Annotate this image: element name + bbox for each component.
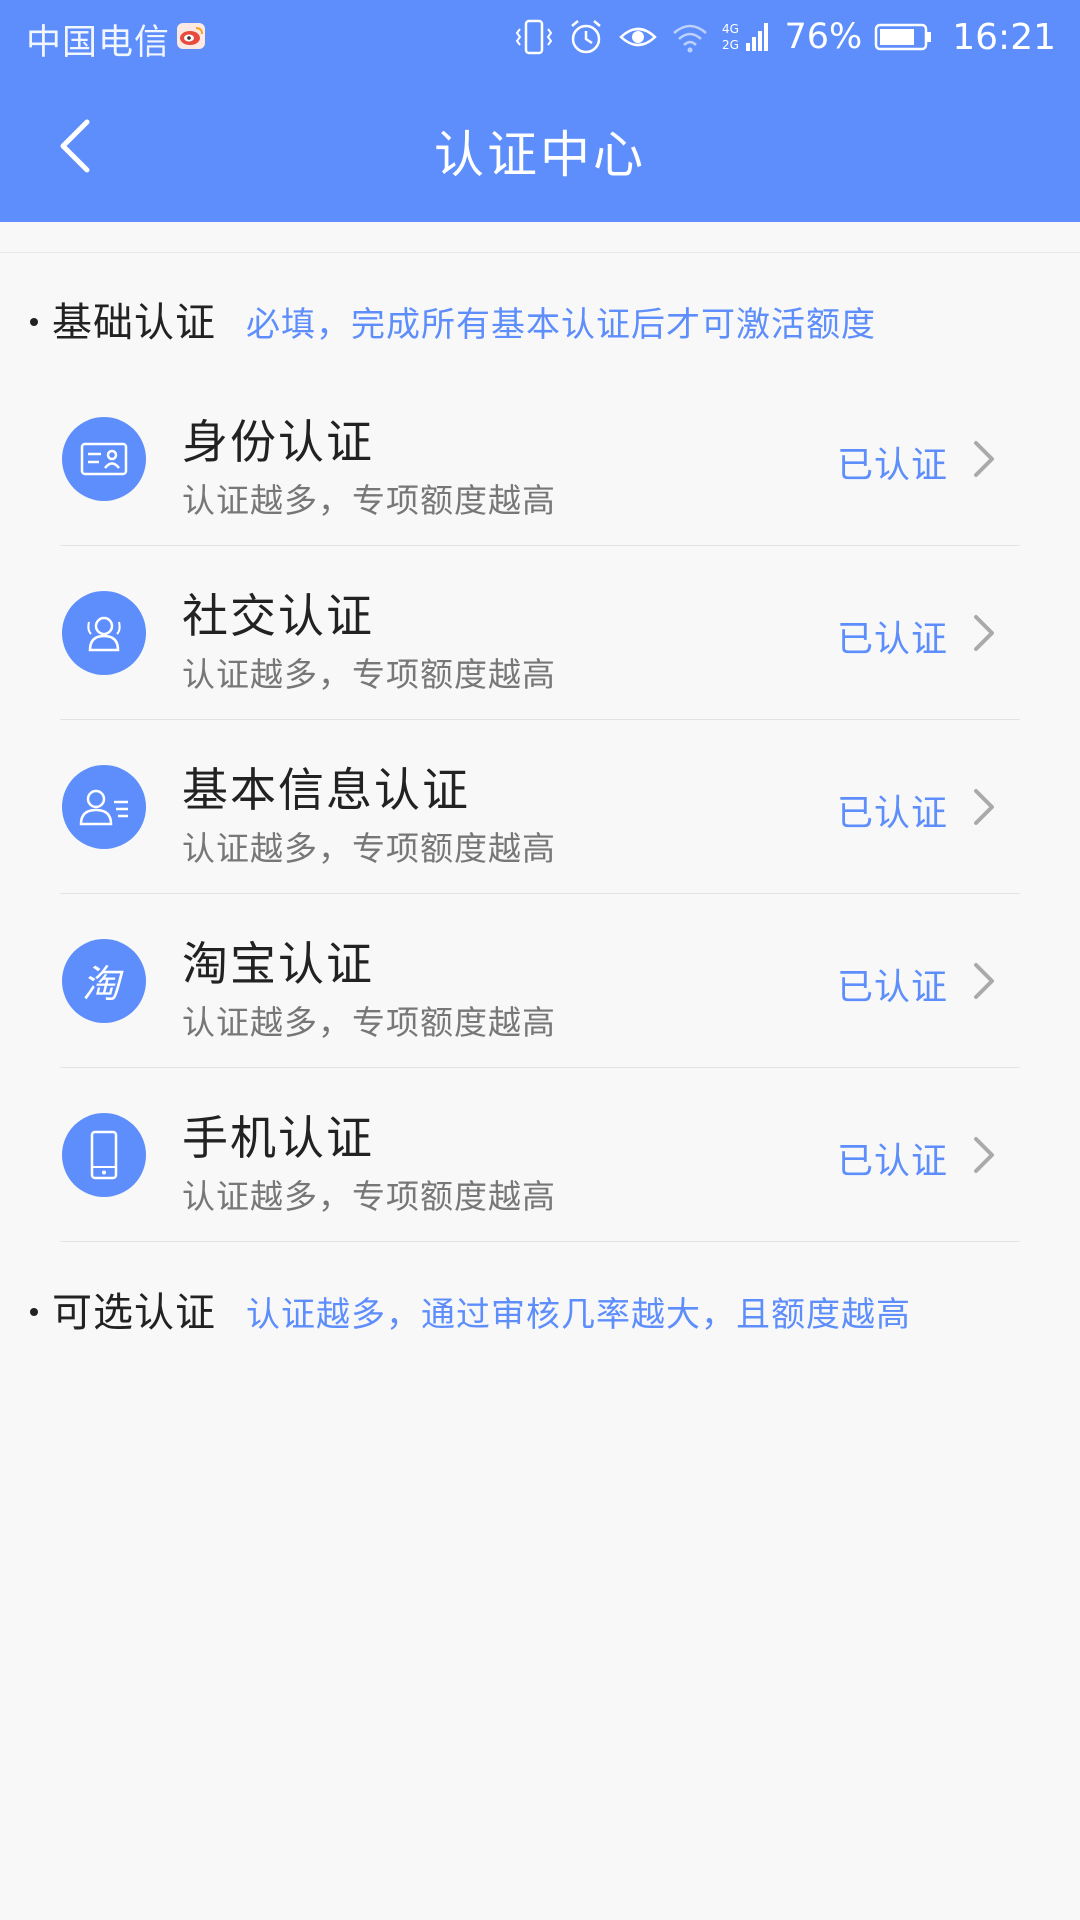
vibrate-icon xyxy=(516,19,553,55)
battery-percent: 76% xyxy=(784,17,863,57)
list-item-basic-info-verification[interactable]: 基本信息认证 认证越多，专项额度越高 已认证 xyxy=(60,720,1020,894)
eye-icon xyxy=(619,27,658,47)
item-status: 已认证 xyxy=(836,793,948,834)
verification-list: 身份认证 认证越多，专项额度越高 已认证 社交认证 认证越多，专项额度越高 已认… xyxy=(60,372,1020,1242)
item-status: 已认证 xyxy=(836,1141,948,1182)
status-icons: 4G 2G 76% 16:21 xyxy=(514,12,1056,62)
battery-icon xyxy=(875,23,932,51)
item-title: 淘宝认证 xyxy=(182,937,374,991)
chevron-right-icon xyxy=(974,789,994,825)
chevron-right-icon xyxy=(974,963,994,999)
item-title: 社交认证 xyxy=(182,589,374,643)
divider xyxy=(0,252,1080,253)
signal-icon: 4G 2G xyxy=(722,22,769,52)
bullet-dot xyxy=(30,318,38,326)
item-title: 基本信息认证 xyxy=(182,763,470,817)
item-description: 认证越多，专项额度越高 xyxy=(182,1177,556,1216)
list-item-taobao-verification[interactable]: 淘 淘宝认证 认证越多，专项额度越高 已认证 xyxy=(60,894,1020,1068)
optional-section-subtitle: 认证越多，通过审核几率越大，且额度越高 xyxy=(246,1295,911,1335)
chevron-right-icon xyxy=(974,1137,994,1173)
list-item-id-verification[interactable]: 身份认证 认证越多，专项额度越高 已认证 xyxy=(60,372,1020,546)
contacts-icon xyxy=(62,591,146,675)
optional-section-header: 可选认证 认证越多，通过审核几率越大，且额度越高 xyxy=(30,1280,911,1338)
svg-text:4G: 4G xyxy=(722,22,739,36)
item-title: 身份认证 xyxy=(182,415,374,469)
basic-section-header: 基础认证 必填，完成所有基本认证后才可激活额度 xyxy=(30,290,876,348)
bullet-dot xyxy=(30,1308,38,1316)
page-title: 认证中心 xyxy=(434,126,646,184)
basic-section-subtitle: 必填，完成所有基本认证后才可激活额度 xyxy=(246,305,876,345)
list-item-social-verification[interactable]: 社交认证 认证越多，专项额度越高 已认证 xyxy=(60,546,1020,720)
item-status: 已认证 xyxy=(836,619,948,660)
chevron-right-icon xyxy=(974,615,994,651)
chevron-right-icon xyxy=(974,441,994,477)
svg-text:淘: 淘 xyxy=(82,962,124,1005)
wifi-icon xyxy=(673,24,708,53)
optional-section-title: 可选认证 xyxy=(52,1290,216,1336)
id-card-icon xyxy=(62,417,146,501)
profile-icon xyxy=(62,765,146,849)
carrier-label: 中国电信 xyxy=(26,23,171,63)
item-description: 认证越多，专项额度越高 xyxy=(182,829,556,868)
item-description: 认证越多，专项额度越高 xyxy=(182,481,556,520)
taobao-icon: 淘 xyxy=(62,939,146,1023)
basic-section-title: 基础认证 xyxy=(52,300,216,346)
status-bar: 中国电信 4G 2G 76% 16:21 xyxy=(0,0,1080,75)
alarm-icon xyxy=(571,20,602,54)
item-title: 手机认证 xyxy=(182,1111,374,1165)
list-item-phone-verification[interactable]: 手机认证 认证越多，专项额度越高 已认证 xyxy=(60,1068,1020,1242)
item-status: 已认证 xyxy=(836,967,948,1008)
svg-text:2G: 2G xyxy=(722,38,739,52)
item-status: 已认证 xyxy=(836,445,948,486)
weibo-icon xyxy=(177,23,205,49)
item-description: 认证越多，专项额度越高 xyxy=(182,1003,556,1042)
item-description: 认证越多，专项额度越高 xyxy=(182,655,556,694)
phone-icon xyxy=(62,1113,146,1197)
clock: 16:21 xyxy=(952,16,1056,58)
app-header: 中国电信 4G 2G 76% 16:21 认证中心 xyxy=(0,0,1080,222)
